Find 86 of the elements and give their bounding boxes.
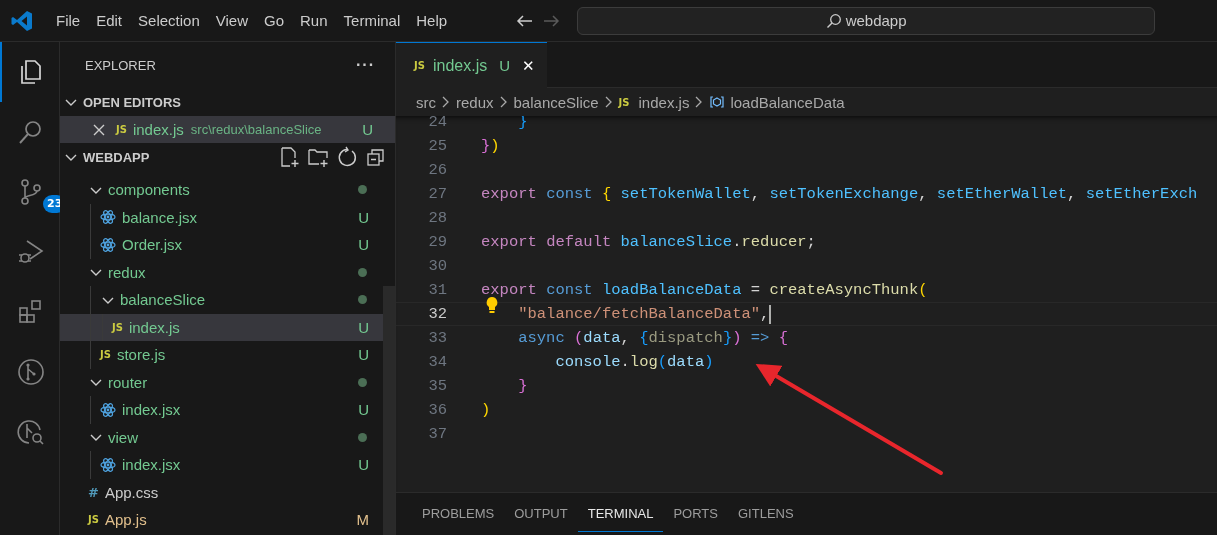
app-logo-icon (10, 8, 34, 33)
editor-tab[interactable]: JS index.js U ✕ (396, 42, 548, 88)
react-icon (100, 236, 116, 253)
code-line: async (data, {dispatch}) => { (517, 329, 789, 347)
menu-item[interactable]: Selection (130, 9, 208, 32)
run-debug-icon[interactable] (16, 238, 45, 266)
menu-item[interactable]: View (207, 9, 256, 32)
tree-item[interactable]: JS store.js U (60, 341, 383, 369)
breadcrumb-item[interactable]: redux (456, 93, 494, 111)
code-line: export const loadBalanceData = createAsyncThunk( (481, 281, 928, 299)
tree-item[interactable]: redux (60, 258, 383, 286)
chevron-icon (441, 94, 451, 110)
breadcrumb-item[interactable]: balanceSlice (513, 93, 599, 111)
search-field[interactable]: webdapp (577, 6, 1156, 35)
breadcrumb-item[interactable]: JS index.js (618, 93, 690, 111)
css-file-icon: # (88, 484, 99, 500)
search-icon (825, 12, 842, 29)
code-line: console.log(data) (554, 353, 714, 371)
chevron-icon (603, 94, 614, 110)
code-line: "balance/fetchBalanceData", (517, 305, 770, 323)
line-number: 25 (427, 137, 447, 155)
new-file-icon[interactable] (278, 146, 300, 168)
tree-item[interactable]: router (60, 368, 383, 396)
panel-tab[interactable]: PORTS (663, 496, 728, 532)
code-line: export const { setTokenWallet, setTokenExchange, setEtherWallet, setEtherExch (481, 185, 1198, 203)
code-line: export default balanceSlice.reducer; (481, 233, 816, 251)
react-icon (100, 401, 116, 418)
more-actions-button[interactable]: ··· (356, 56, 375, 74)
line-number: 31 (427, 281, 447, 299)
line-number: 30 (427, 257, 447, 275)
tree-item[interactable]: JS index.js U (60, 313, 383, 341)
panel-tab[interactable]: GITLENS (728, 496, 804, 532)
lightbulb-icon[interactable] (485, 295, 499, 314)
menu-item[interactable]: Run (292, 9, 336, 32)
new-folder-icon[interactable] (307, 146, 329, 168)
js-file-icon: JS (414, 60, 425, 71)
breadcrumb-item[interactable]: src (416, 93, 436, 111)
tree-item[interactable]: JS App.js M (60, 506, 383, 534)
line-number: 26 (427, 161, 447, 179)
section-header[interactable]: OPEN EDITORS (60, 88, 395, 116)
line-number: 29 (427, 233, 447, 251)
js-file-icon: JS (100, 349, 111, 361)
code-line: } (517, 377, 528, 395)
close-icon[interactable] (92, 122, 106, 137)
branch-search-icon[interactable] (16, 418, 45, 446)
tree-item[interactable]: # App.css (60, 478, 383, 506)
panel-tab[interactable]: OUTPUT (504, 496, 578, 532)
line-number: 27 (427, 185, 447, 203)
tree-item[interactable]: view (60, 423, 383, 451)
section-header[interactable]: WEBDAPP (60, 143, 395, 171)
tree-item[interactable]: index.jsx U (60, 451, 383, 479)
line-number: 24 (427, 116, 447, 131)
react-icon (100, 456, 116, 473)
js-file-icon: JS (112, 321, 123, 333)
menu-item[interactable]: Terminal (335, 9, 409, 32)
menu-item[interactable]: File (48, 9, 89, 32)
line-number: 32 (427, 305, 447, 323)
explorer-title: EXPLORER (85, 57, 156, 73)
open-editor-item[interactable]: JS index.js src\redux\balanceSlice U (60, 116, 395, 143)
code-line: ) (481, 401, 491, 419)
line-number: 34 (427, 353, 447, 371)
line-number: 33 (427, 329, 447, 347)
tree-item[interactable]: Order.jsx U (60, 231, 383, 259)
line-number: 28 (427, 209, 447, 227)
menu-item[interactable]: Go (256, 9, 292, 32)
scrollbar-thumb[interactable] (383, 286, 395, 535)
close-button[interactable]: ✕ (522, 56, 536, 75)
line-number: 36 (427, 401, 447, 419)
line-number: 37 (427, 425, 447, 443)
js-file-icon: JS (116, 124, 127, 135)
branch-circle-icon[interactable] (16, 358, 45, 386)
breadcrumb-item[interactable]: loadBalanceData (709, 93, 845, 111)
panel-tab[interactable]: PROBLEMS (412, 496, 505, 532)
tree-item[interactable]: balanceSlice (60, 286, 383, 314)
symbol-icon (709, 94, 726, 110)
tree-item[interactable]: index.jsx U (60, 396, 383, 424)
react-icon (100, 209, 116, 226)
menu-item[interactable]: Help (408, 9, 456, 32)
panel-tab[interactable]: TERMINAL (577, 496, 664, 532)
js-file-icon: JS (88, 514, 99, 526)
line-number: 35 (427, 377, 447, 395)
code-line: }) (481, 137, 500, 155)
menu-item[interactable]: Edit (88, 9, 131, 32)
refresh-icon[interactable] (336, 146, 358, 168)
chevron-icon (498, 94, 509, 110)
collapse-all-icon[interactable] (365, 146, 387, 168)
